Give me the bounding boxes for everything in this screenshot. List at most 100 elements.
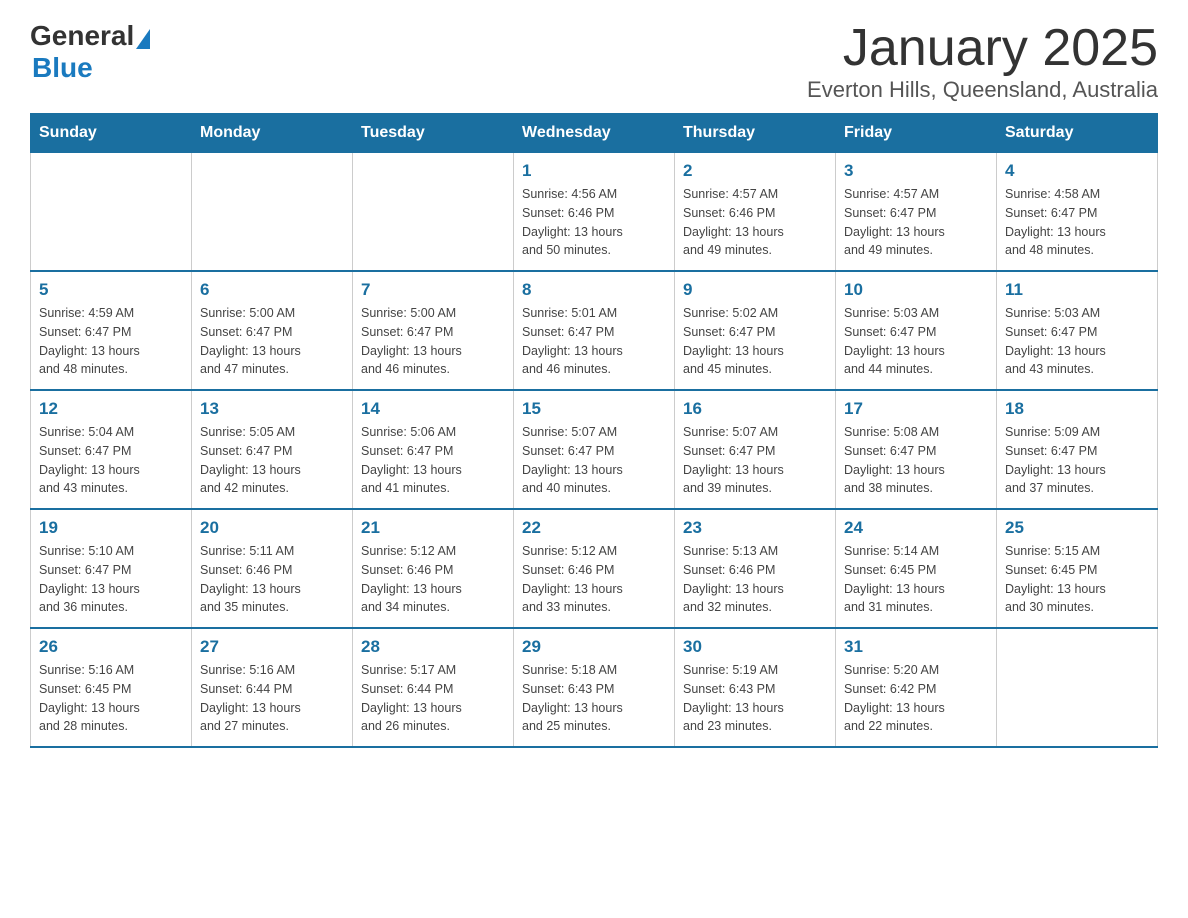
- calendar-cell: 30 Sunrise: 5:19 AM Sunset: 6:43 PM Dayli…: [675, 628, 836, 747]
- calendar-week-1: 1 Sunrise: 4:56 AM Sunset: 6:46 PM Daylig…: [31, 153, 1158, 272]
- day-info: Sunrise: 5:10 AM Sunset: 6:47 PM Dayligh…: [39, 542, 183, 617]
- day-info: Sunrise: 5:03 AM Sunset: 6:47 PM Dayligh…: [844, 304, 988, 379]
- calendar-header-sunday: Sunday: [31, 114, 192, 153]
- day-number: 10: [844, 280, 988, 300]
- day-info: Sunrise: 5:07 AM Sunset: 6:47 PM Dayligh…: [683, 423, 827, 498]
- day-number: 24: [844, 518, 988, 538]
- calendar-table: SundayMondayTuesdayWednesdayThursdayFrid…: [30, 113, 1158, 748]
- calendar-header-friday: Friday: [836, 114, 997, 153]
- calendar-cell: 4Sunrise: 4:58 AM Sunset: 6:47 PM Daylig…: [997, 153, 1158, 272]
- day-info: Sunrise: 5:00 AM Sunset: 6:47 PM Dayligh…: [361, 304, 505, 379]
- page-subtitle: Everton Hills, Queensland, Australia: [807, 77, 1158, 103]
- calendar-cell: [353, 153, 514, 272]
- calendar-cell: 31 Sunrise: 5:20 AM Sunset: 6:42 PM Dayli…: [836, 628, 997, 747]
- day-number: 27: [200, 637, 344, 657]
- day-info: Sunrise: 5:15 AM Sunset: 6:45 PM Dayligh…: [1005, 542, 1149, 617]
- calendar-cell: 2Sunrise: 4:57 AM Sunset: 6:46 PM Daylig…: [675, 153, 836, 272]
- calendar-week-4: 19 Sunrise: 5:10 AM Sunset: 6:47 PM Dayli…: [31, 509, 1158, 628]
- calendar-cell: 14Sunrise: 5:06 AM Sunset: 6:47 PM Dayli…: [353, 390, 514, 509]
- day-info: Sunrise: 5:03 AM Sunset: 6:47 PM Dayligh…: [1005, 304, 1149, 379]
- calendar-cell: 19 Sunrise: 5:10 AM Sunset: 6:47 PM Dayli…: [31, 509, 192, 628]
- calendar-cell: 29Sunrise: 5:18 AM Sunset: 6:43 PM Dayli…: [514, 628, 675, 747]
- day-info: Sunrise: 5:00 AM Sunset: 6:47 PM Dayligh…: [200, 304, 344, 379]
- calendar-week-2: 5 Sunrise: 4:59 AM Sunset: 6:47 PM Daylig…: [31, 271, 1158, 390]
- day-info: Sunrise: 5:08 AM Sunset: 6:47 PM Dayligh…: [844, 423, 988, 498]
- day-number: 31: [844, 637, 988, 657]
- day-number: 8: [522, 280, 666, 300]
- day-info: Sunrise: 4:59 AM Sunset: 6:47 PM Dayligh…: [39, 304, 183, 379]
- day-number: 14: [361, 399, 505, 419]
- day-number: 22: [522, 518, 666, 538]
- day-number: 30: [683, 637, 827, 657]
- day-number: 23: [683, 518, 827, 538]
- calendar-cell: [192, 153, 353, 272]
- day-info: Sunrise: 5:13 AM Sunset: 6:46 PM Dayligh…: [683, 542, 827, 617]
- calendar-cell: 1 Sunrise: 4:56 AM Sunset: 6:46 PM Daylig…: [514, 153, 675, 272]
- calendar-cell: 21Sunrise: 5:12 AM Sunset: 6:46 PM Dayli…: [353, 509, 514, 628]
- day-info: Sunrise: 4:56 AM Sunset: 6:46 PM Dayligh…: [522, 185, 666, 260]
- day-number: 16: [683, 399, 827, 419]
- calendar-cell: 24 Sunrise: 5:14 AM Sunset: 6:45 PM Dayli…: [836, 509, 997, 628]
- calendar-week-5: 26 Sunrise: 5:16 AM Sunset: 6:45 PM Dayli…: [31, 628, 1158, 747]
- day-number: 29: [522, 637, 666, 657]
- calendar-cell: 27 Sunrise: 5:16 AM Sunset: 6:44 PM Dayli…: [192, 628, 353, 747]
- calendar-cell: 13 Sunrise: 5:05 AM Sunset: 6:47 PM Dayli…: [192, 390, 353, 509]
- day-number: 13: [200, 399, 344, 419]
- calendar-cell: 10 Sunrise: 5:03 AM Sunset: 6:47 PM Dayli…: [836, 271, 997, 390]
- calendar-cell: 26 Sunrise: 5:16 AM Sunset: 6:45 PM Dayli…: [31, 628, 192, 747]
- day-number: 1: [522, 161, 666, 181]
- logo: General Blue: [30, 20, 150, 84]
- day-info: Sunrise: 4:57 AM Sunset: 6:47 PM Dayligh…: [844, 185, 988, 260]
- calendar-header-saturday: Saturday: [997, 114, 1158, 153]
- calendar-header-wednesday: Wednesday: [514, 114, 675, 153]
- calendar-cell: 23 Sunrise: 5:13 AM Sunset: 6:46 PM Dayli…: [675, 509, 836, 628]
- calendar-header-monday: Monday: [192, 114, 353, 153]
- day-number: 7: [361, 280, 505, 300]
- day-number: 5: [39, 280, 183, 300]
- logo-general-text: General: [30, 20, 134, 52]
- day-info: Sunrise: 5:20 AM Sunset: 6:42 PM Dayligh…: [844, 661, 988, 736]
- day-number: 11: [1005, 280, 1149, 300]
- day-info: Sunrise: 5:19 AM Sunset: 6:43 PM Dayligh…: [683, 661, 827, 736]
- calendar-cell: 3 Sunrise: 4:57 AM Sunset: 6:47 PM Daylig…: [836, 153, 997, 272]
- logo-blue-text: Blue: [32, 52, 150, 84]
- day-info: Sunrise: 5:14 AM Sunset: 6:45 PM Dayligh…: [844, 542, 988, 617]
- page-header: General Blue January 2025 Everton Hills,…: [30, 20, 1158, 103]
- calendar-cell: 22 Sunrise: 5:12 AM Sunset: 6:46 PM Dayli…: [514, 509, 675, 628]
- calendar-header-row: SundayMondayTuesdayWednesdayThursdayFrid…: [31, 114, 1158, 153]
- calendar-cell: 8Sunrise: 5:01 AM Sunset: 6:47 PM Daylig…: [514, 271, 675, 390]
- calendar-header-thursday: Thursday: [675, 114, 836, 153]
- page-title: January 2025: [807, 20, 1158, 77]
- day-number: 28: [361, 637, 505, 657]
- day-number: 15: [522, 399, 666, 419]
- day-number: 6: [200, 280, 344, 300]
- day-info: Sunrise: 5:02 AM Sunset: 6:47 PM Dayligh…: [683, 304, 827, 379]
- day-info: Sunrise: 5:16 AM Sunset: 6:45 PM Dayligh…: [39, 661, 183, 736]
- calendar-cell: [997, 628, 1158, 747]
- calendar-cell: 15Sunrise: 5:07 AM Sunset: 6:47 PM Dayli…: [514, 390, 675, 509]
- day-number: 4: [1005, 161, 1149, 181]
- day-number: 17: [844, 399, 988, 419]
- calendar-cell: 18Sunrise: 5:09 AM Sunset: 6:47 PM Dayli…: [997, 390, 1158, 509]
- day-number: 25: [1005, 518, 1149, 538]
- day-info: Sunrise: 5:16 AM Sunset: 6:44 PM Dayligh…: [200, 661, 344, 736]
- calendar-cell: 7 Sunrise: 5:00 AM Sunset: 6:47 PM Daylig…: [353, 271, 514, 390]
- day-number: 19: [39, 518, 183, 538]
- day-number: 20: [200, 518, 344, 538]
- calendar-cell: [31, 153, 192, 272]
- day-info: Sunrise: 4:57 AM Sunset: 6:46 PM Dayligh…: [683, 185, 827, 260]
- calendar-cell: 11 Sunrise: 5:03 AM Sunset: 6:47 PM Dayli…: [997, 271, 1158, 390]
- calendar-cell: 12Sunrise: 5:04 AM Sunset: 6:47 PM Dayli…: [31, 390, 192, 509]
- day-info: Sunrise: 5:12 AM Sunset: 6:46 PM Dayligh…: [522, 542, 666, 617]
- day-number: 9: [683, 280, 827, 300]
- title-block: January 2025 Everton Hills, Queensland, …: [807, 20, 1158, 103]
- day-info: Sunrise: 5:05 AM Sunset: 6:47 PM Dayligh…: [200, 423, 344, 498]
- calendar-cell: 17 Sunrise: 5:08 AM Sunset: 6:47 PM Dayli…: [836, 390, 997, 509]
- day-number: 18: [1005, 399, 1149, 419]
- day-number: 26: [39, 637, 183, 657]
- day-number: 3: [844, 161, 988, 181]
- logo-triangle-icon: [136, 29, 150, 49]
- calendar-header-tuesday: Tuesday: [353, 114, 514, 153]
- day-number: 21: [361, 518, 505, 538]
- day-number: 12: [39, 399, 183, 419]
